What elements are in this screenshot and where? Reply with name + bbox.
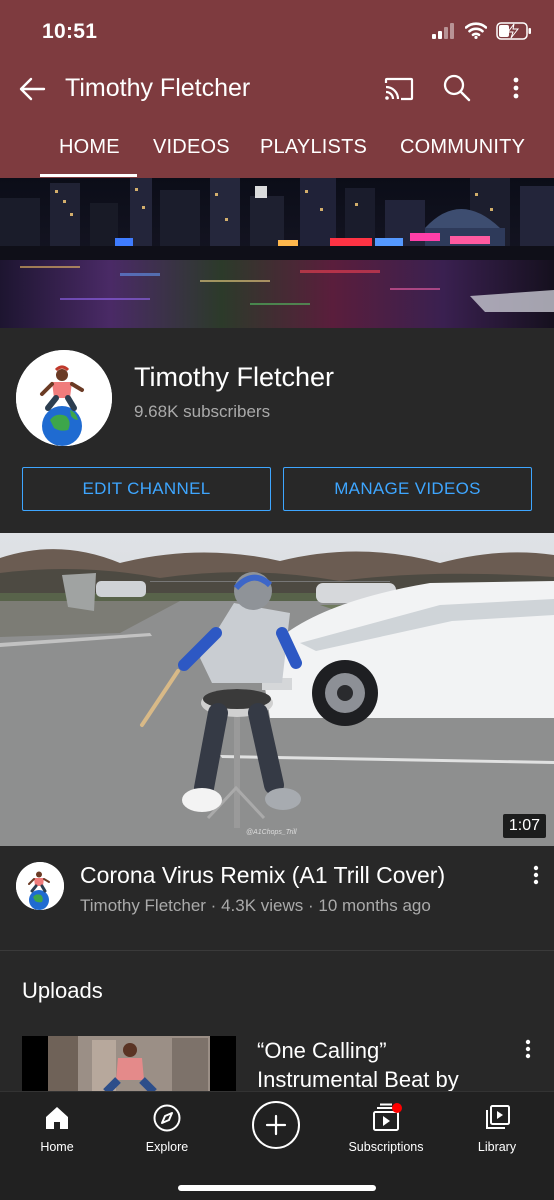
status-time: 10:51 bbox=[42, 20, 98, 43]
uploads-heading[interactable]: Uploads bbox=[22, 978, 103, 1004]
more-vert-icon[interactable] bbox=[504, 72, 528, 104]
channel-banner bbox=[0, 178, 554, 328]
wifi-icon bbox=[464, 22, 488, 44]
featured-video-thumbnail[interactable]: @A1Chops_Trill 1:07 bbox=[0, 533, 554, 846]
featured-video-meta: Timothy Fletcher · 4.3K views · 10 month… bbox=[80, 896, 431, 915]
featured-video-details[interactable]: Corona Virus Remix (A1 Trill Cover) Timo… bbox=[0, 846, 554, 950]
cellular-signal-icon bbox=[432, 22, 456, 44]
tab-community[interactable]: COMMUNITY bbox=[400, 136, 525, 159]
channel-header: 10:51 Timothy Fletcher HOME VIDEOS PLAYL… bbox=[0, 0, 554, 178]
cast-icon[interactable] bbox=[382, 74, 416, 104]
home-indicator[interactable] bbox=[178, 1185, 376, 1191]
nav-library-label: Library bbox=[477, 1140, 517, 1154]
compass-icon bbox=[151, 1102, 183, 1134]
subscriptions-icon bbox=[370, 1102, 402, 1134]
library-icon bbox=[481, 1102, 513, 1134]
channel-avatar[interactable] bbox=[16, 350, 112, 446]
nav-explore-label: Explore bbox=[145, 1140, 189, 1154]
nav-explore[interactable]: Explore bbox=[136, 1092, 198, 1162]
featured-video-title[interactable]: Corona Virus Remix (A1 Trill Cover) bbox=[80, 862, 445, 889]
channel-info: Timothy Fletcher 9.68K subscribers EDIT … bbox=[0, 328, 554, 533]
home-icon bbox=[41, 1102, 73, 1134]
subscriber-count: 9.68K subscribers bbox=[134, 402, 271, 421]
video-duration-badge: 1:07 bbox=[502, 814, 546, 838]
nav-subscriptions-label: Subscriptions bbox=[348, 1140, 424, 1154]
app-bar: Timothy Fletcher bbox=[0, 66, 554, 112]
nav-library[interactable]: Library bbox=[466, 1092, 528, 1162]
channel-avatar-small[interactable] bbox=[16, 862, 64, 910]
status-bar: 10:51 bbox=[0, 0, 554, 66]
bottom-navigation: Home Explore Subscriptions Library bbox=[0, 1091, 554, 1200]
back-arrow-icon[interactable] bbox=[16, 74, 50, 104]
tab-playlists[interactable]: PLAYLISTS bbox=[260, 136, 367, 159]
manage-videos-button[interactable]: MANAGE VIDEOS bbox=[283, 467, 532, 511]
upload-more-icon[interactable] bbox=[518, 1036, 538, 1064]
section-divider bbox=[0, 950, 554, 951]
edit-channel-button[interactable]: EDIT CHANNEL bbox=[22, 467, 271, 511]
upload-video-title[interactable]: “One Calling” Instrumental Beat by bbox=[257, 1036, 497, 1094]
create-plus-icon[interactable] bbox=[252, 1101, 300, 1149]
app-bar-title: Timothy Fletcher bbox=[65, 74, 251, 102]
nav-home-label: Home bbox=[40, 1140, 74, 1154]
selected-tab-indicator bbox=[40, 174, 137, 177]
tab-home[interactable]: HOME bbox=[59, 136, 120, 159]
upload-thumbnail[interactable] bbox=[22, 1036, 236, 1092]
channel-tabs: HOME VIDEOS PLAYLISTS COMMUNITY bbox=[0, 122, 554, 178]
video-more-icon[interactable] bbox=[526, 862, 546, 890]
tab-videos[interactable]: VIDEOS bbox=[153, 136, 230, 159]
search-icon[interactable] bbox=[441, 72, 473, 104]
channel-name: Timothy Fletcher bbox=[134, 362, 335, 392]
status-icons bbox=[432, 20, 532, 46]
battery-charging-icon bbox=[496, 21, 532, 45]
nav-home[interactable]: Home bbox=[26, 1092, 88, 1162]
nav-subscriptions[interactable]: Subscriptions bbox=[346, 1092, 426, 1162]
video-watermark: @A1Chops_Trill bbox=[246, 829, 297, 836]
